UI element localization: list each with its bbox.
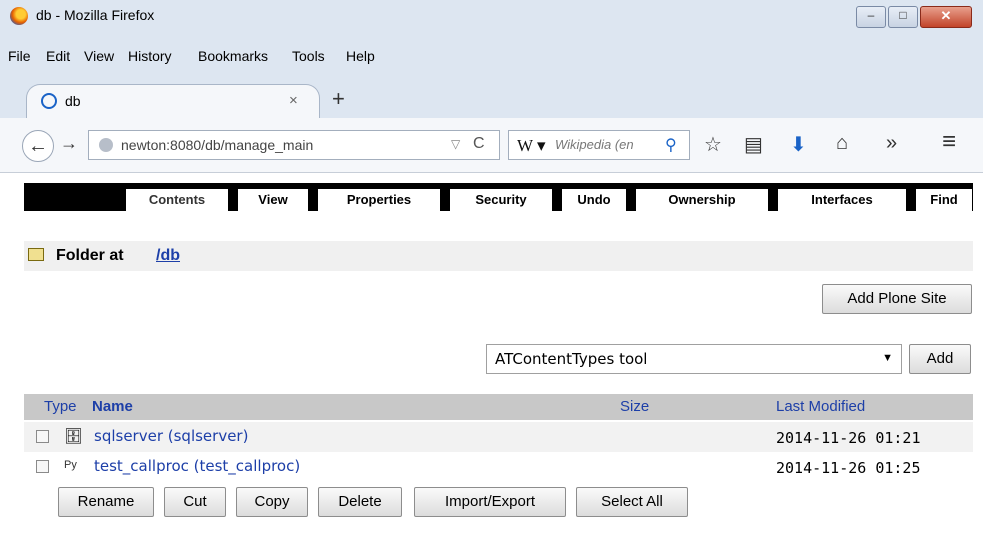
tab-contents[interactable]: Contents	[126, 189, 228, 211]
row-modified: 2014-11-26 01:25	[776, 459, 921, 477]
browser-tab-db[interactable]: db ×	[26, 84, 320, 119]
menu-file[interactable]: File	[8, 48, 31, 64]
column-name[interactable]: Name	[92, 398, 133, 415]
select-all-button[interactable]: Select All	[576, 487, 688, 517]
tab-title: db	[65, 93, 81, 109]
tab-close-icon[interactable]: ×	[289, 92, 298, 109]
overflow-chevron-icon[interactable]: »	[886, 132, 897, 155]
column-last-modified[interactable]: Last Modified	[776, 398, 865, 415]
bookmark-star-icon[interactable]: ☆	[704, 132, 722, 157]
minimize-button[interactable]: –	[856, 6, 886, 28]
import-export-button[interactable]: Import/Export	[414, 487, 566, 517]
column-size[interactable]: Size	[620, 398, 649, 415]
add-plone-site-button[interactable]: Add Plone Site	[822, 284, 972, 314]
copy-button[interactable]: Copy	[236, 487, 308, 517]
wikipedia-engine-icon[interactable]: W ▾	[517, 136, 546, 156]
menu-help[interactable]: Help	[346, 48, 375, 64]
dropdown-arrow-icon: ▼	[882, 352, 893, 364]
folder-label: Folder at	[56, 247, 124, 264]
menu-edit[interactable]: Edit	[46, 48, 70, 64]
download-icon[interactable]: ⬇	[790, 132, 807, 157]
page-content: Contents View Properties Security Undo O…	[0, 173, 983, 558]
reading-list-icon[interactable]: ▤	[744, 132, 763, 157]
tab-ownership[interactable]: Ownership	[636, 189, 768, 211]
site-favicon-icon	[41, 93, 57, 109]
delete-button[interactable]: Delete	[318, 487, 402, 517]
search-icon[interactable]: ⚲	[665, 135, 677, 155]
row-name-link[interactable]: sqlserver (sqlserver)	[94, 427, 248, 445]
maximize-button[interactable]: □	[888, 6, 918, 28]
forward-button[interactable]: →	[60, 133, 78, 154]
menu-history[interactable]: History	[128, 48, 172, 64]
folder-icon	[28, 248, 44, 261]
row-checkbox[interactable]	[36, 460, 49, 473]
table-row: Py test_callproc (test_callproc) 2014-11…	[24, 452, 973, 482]
navigation-toolbar: ← → newton:8080/db/manage_main ▽ C W ▾ W…	[0, 118, 983, 173]
add-button[interactable]: Add	[909, 344, 971, 374]
sql-connection-icon: 🗄	[64, 428, 84, 445]
back-button[interactable]: ←	[22, 130, 54, 162]
browser-window: db - Mozilla Firefox – □ ✕ File Edit Vie…	[0, 0, 983, 558]
window-title: db - Mozilla Firefox	[36, 7, 155, 23]
cut-button[interactable]: Cut	[164, 487, 226, 517]
folder-path-link[interactable]: /db	[156, 247, 180, 265]
column-type[interactable]: Type	[44, 398, 77, 415]
menu-bar: File Edit View History Bookmarks Tools H…	[0, 40, 983, 70]
url-text[interactable]: newton:8080/db/manage_main	[121, 137, 313, 153]
close-icon: ✕	[940, 8, 952, 23]
row-checkbox[interactable]	[36, 430, 49, 443]
rename-button[interactable]: Rename	[58, 487, 154, 517]
row-modified: 2014-11-26 01:21	[776, 429, 921, 447]
table-row: 🗄 sqlserver (sqlserver) 2014-11-26 01:21	[24, 422, 973, 452]
breadcrumb: Folder at /db	[24, 241, 973, 271]
tab-strip: db × +	[0, 70, 983, 119]
url-bar[interactable]: newton:8080/db/manage_main ▽ C	[88, 130, 500, 160]
add-type-select[interactable]: ATContentTypes tool ▼	[486, 344, 902, 374]
new-tab-button[interactable]: +	[332, 86, 345, 112]
firefox-logo-icon	[10, 7, 28, 25]
reload-icon[interactable]: C	[473, 135, 485, 153]
menu-bookmarks[interactable]: Bookmarks	[198, 48, 268, 64]
add-type-select-value: ATContentTypes tool	[495, 350, 648, 368]
menu-view[interactable]: View	[84, 48, 114, 64]
home-icon[interactable]: ⌂	[836, 132, 848, 155]
hamburger-menu-icon[interactable]: ≡	[942, 128, 956, 156]
search-bar[interactable]: W ▾ Wikipedia (en ⚲	[508, 130, 690, 160]
python-script-icon: Py	[64, 459, 77, 471]
menu-tools[interactable]: Tools	[292, 48, 325, 64]
maximize-icon: □	[899, 8, 907, 22]
table-header: Type Name Size Last Modified	[24, 394, 973, 420]
tab-view[interactable]: View	[238, 189, 308, 211]
zmi-tabs-bar: Contents View Properties Security Undo O…	[24, 183, 973, 211]
tab-undo[interactable]: Undo	[562, 189, 626, 211]
row-name-link[interactable]: test_callproc (test_callproc)	[94, 457, 300, 475]
tab-properties[interactable]: Properties	[318, 189, 440, 211]
close-window-button[interactable]: ✕	[920, 6, 972, 28]
url-history-dropdown-icon[interactable]: ▽	[451, 137, 460, 151]
tab-find[interactable]: Find	[916, 189, 972, 211]
tab-interfaces[interactable]: Interfaces	[778, 189, 906, 211]
tab-security[interactable]: Security	[450, 189, 552, 211]
globe-icon	[99, 138, 113, 152]
search-input[interactable]: Wikipedia (en	[555, 137, 663, 152]
title-bar: db - Mozilla Firefox – □ ✕	[0, 0, 983, 40]
minimize-icon: –	[867, 8, 875, 22]
